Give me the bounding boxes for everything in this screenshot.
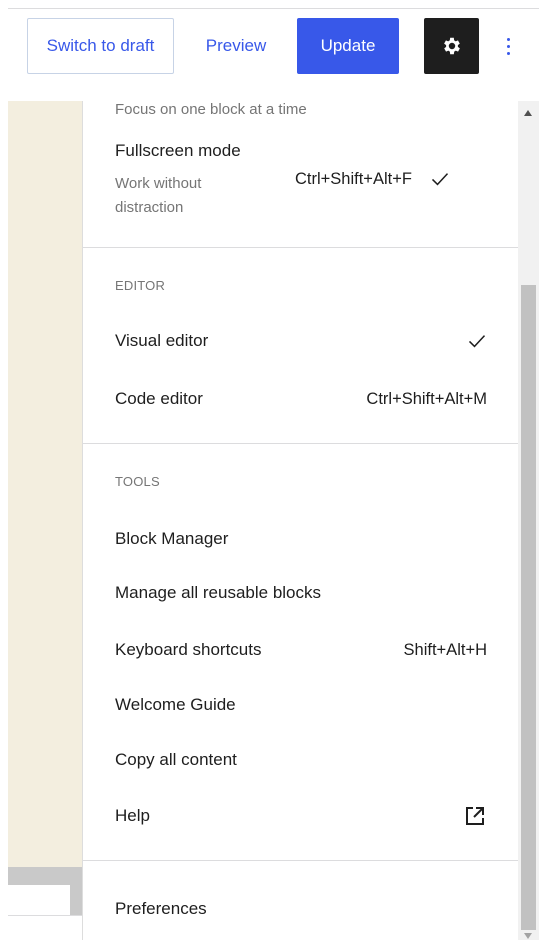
menu-item-label: Help (115, 806, 150, 825)
menu-item-copy-all-content[interactable]: Copy all content (115, 750, 487, 770)
editor-group-label: EDITOR (115, 278, 166, 293)
canvas-footer (8, 885, 70, 915)
canvas-footer-border (8, 915, 82, 916)
canvas-footer-shadow (8, 867, 82, 885)
menu-item-label: Preferences (115, 899, 207, 918)
menu-item-label: Block Manager (115, 529, 229, 548)
preview-button[interactable]: Preview (190, 18, 282, 74)
scroll-down-arrow-icon[interactable] (524, 933, 532, 939)
menu-separator (83, 860, 519, 861)
menu-item-keyboard-shortcuts[interactable]: Keyboard shortcuts Shift+Alt+H (115, 640, 487, 660)
menu-item-code-editor[interactable]: Code editor Ctrl+Shift+Alt+M (115, 389, 487, 409)
options-button[interactable] (494, 18, 522, 74)
menu-item-label: Welcome Guide (115, 695, 236, 714)
menu-separator (83, 247, 519, 248)
update-button[interactable]: Update (297, 18, 399, 74)
switch-to-draft-button[interactable]: Switch to draft (27, 18, 174, 74)
external-link-icon (466, 807, 484, 825)
options-dropdown-menu: Focus on one block at a time Fullscreen … (82, 101, 519, 940)
code-editor-shortcut: Ctrl+Shift+Alt+M (366, 389, 487, 408)
gear-icon (443, 37, 460, 55)
menu-item-label: Code editor (115, 389, 203, 408)
menu-item-welcome-guide[interactable]: Welcome Guide (115, 695, 487, 715)
menu-item-manage-reusable-blocks[interactable]: Manage all reusable blocks (115, 583, 487, 603)
menu-item-label: Keyboard shortcuts (115, 640, 262, 659)
menu-item-help[interactable]: Help (115, 804, 487, 828)
menu-separator (83, 443, 519, 444)
fullscreen-mode-description: Work without distraction (115, 175, 202, 216)
menu-item-fullscreen-mode[interactable]: Fullscreen mode (115, 141, 487, 161)
menu-item-label: Copy all content (115, 750, 237, 769)
fullscreen-shortcut: Ctrl+Shift+Alt+F (295, 169, 412, 188)
spotlight-mode-description: Focus on one block at a time (115, 101, 307, 118)
vertical-ellipsis-icon (506, 37, 510, 55)
menu-item-label: Visual editor (115, 331, 209, 350)
fullscreen-shortcut-row: Ctrl+Shift+Alt+F (295, 169, 450, 189)
settings-button[interactable] (424, 18, 479, 74)
check-icon (431, 173, 448, 186)
keyboard-shortcuts-shortcut: Shift+Alt+H (403, 640, 487, 659)
menu-scrollbar[interactable] (518, 101, 539, 940)
menu-item-label: Fullscreen mode (115, 141, 241, 160)
scroll-up-arrow-icon[interactable] (524, 110, 532, 116)
menu-item-block-manager[interactable]: Block Manager (115, 529, 487, 549)
menu-item-label: Manage all reusable blocks (115, 583, 322, 602)
scrollbar-thumb[interactable] (521, 285, 536, 930)
canvas-footer-edge (70, 885, 82, 915)
check-icon (468, 335, 486, 348)
menu-item-preferences[interactable]: Preferences (115, 899, 487, 919)
menu-item-visual-editor[interactable]: Visual editor (115, 331, 487, 351)
editor-canvas[interactable] (8, 101, 82, 867)
tools-group-label: TOOLS (115, 474, 160, 489)
